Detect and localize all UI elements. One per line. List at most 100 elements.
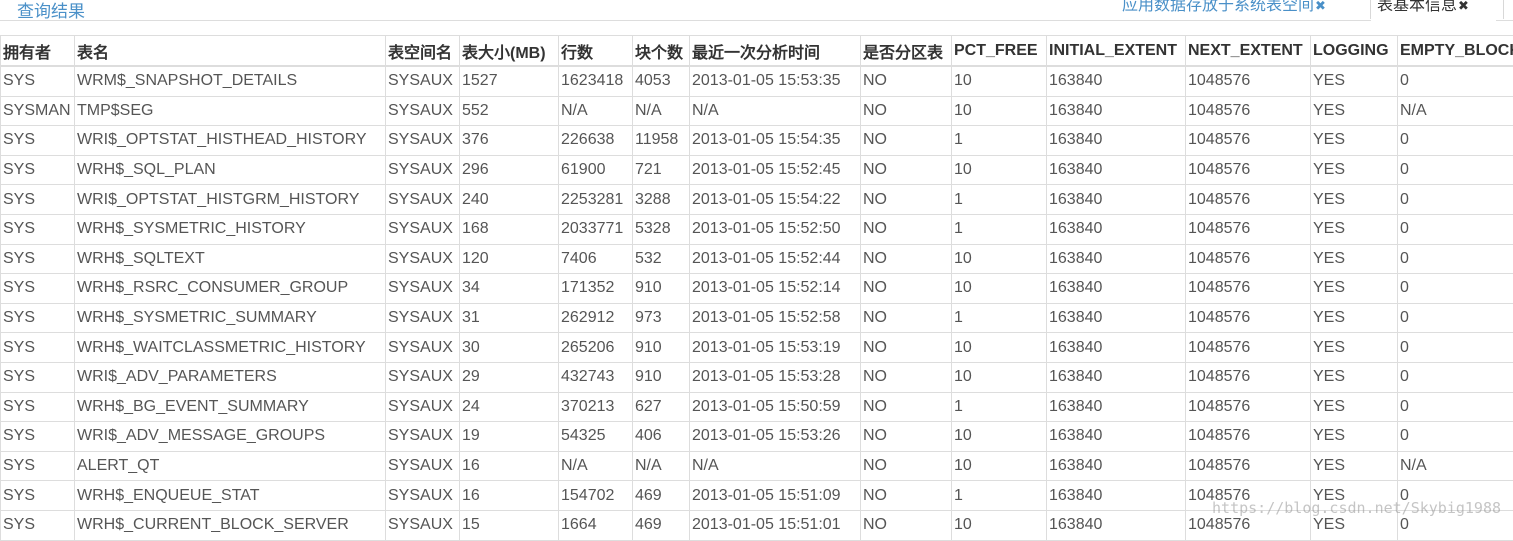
tab-table-basic-info[interactable]: 表基本信息✖ <box>1370 0 1504 19</box>
table-row[interactable]: SYSWRI$_ADV_MESSAGE_GROUPSSYSAUX19543254… <box>1 422 1513 452</box>
cell-size-mb: 19 <box>460 422 559 452</box>
cell-empty-blocks: 0 <box>1398 333 1513 363</box>
cell-table-name: WRH$_WAITCLASSMETRIC_HISTORY <box>75 333 386 363</box>
cell-table-name: WRI$_ADV_MESSAGE_GROUPS <box>75 422 386 452</box>
cell-partitioned: NO <box>861 451 952 481</box>
column-header-size-mb[interactable]: 表大小(MB) <box>460 36 559 67</box>
cell-next-extent: 1048576 <box>1186 185 1311 215</box>
cell-tablespace: SYSAUX <box>386 422 460 452</box>
cell-owner: SYS <box>1 274 75 304</box>
table-row[interactable]: SYSWRH$_WAITCLASSMETRIC_HISTORYSYSAUX302… <box>1 333 1513 363</box>
cell-row-count: 61900 <box>559 155 633 185</box>
column-header-empty-blocks[interactable]: EMPTY_BLOCKS <box>1398 36 1513 67</box>
cell-owner: SYS <box>1 510 75 540</box>
cell-table-name: WRH$_SQL_PLAN <box>75 155 386 185</box>
tab-app-data-in-system-tablespace[interactable]: 应用数据存放于系统表空间✖ <box>1118 0 1326 17</box>
table-row[interactable]: SYSMANTMP$SEGSYSAUX552N/AN/AN/ANO1016384… <box>1 96 1513 126</box>
cell-logging: YES <box>1311 185 1398 215</box>
cell-next-extent: 1048576 <box>1186 362 1311 392</box>
table-row[interactable]: SYSWRI$_OPTSTAT_HISTGRM_HISTORYSYSAUX240… <box>1 185 1513 215</box>
cell-row-count: 432743 <box>559 362 633 392</box>
cell-partitioned: NO <box>861 303 952 333</box>
cell-tablespace: SYSAUX <box>386 96 460 126</box>
table-row[interactable]: SYSWRH$_SQLTEXTSYSAUX12074065322013-01-0… <box>1 244 1513 274</box>
table-row[interactable]: SYSWRH$_RSRC_CONSUMER_GROUPSYSAUX3417135… <box>1 274 1513 304</box>
column-header-owner[interactable]: 拥有者 <box>1 36 75 67</box>
tab-divider <box>0 20 1513 21</box>
cell-partitioned: NO <box>861 185 952 215</box>
cell-table-name: WRH$_ENQUEUE_STAT <box>75 481 386 511</box>
close-icon[interactable]: ✖ <box>1315 0 1326 13</box>
cell-last-analyzed: 2013-01-05 15:52:58 <box>690 303 861 333</box>
cell-pct-free: 1 <box>952 481 1047 511</box>
cell-row-count: 2033771 <box>559 214 633 244</box>
cell-size-mb: 16 <box>460 451 559 481</box>
column-header-block-count[interactable]: 块个数 <box>633 36 690 67</box>
cell-partitioned: NO <box>861 362 952 392</box>
cell-block-count: 469 <box>633 481 690 511</box>
table-body: SYSWRM$_SNAPSHOT_DETAILSSYSAUX1527162341… <box>1 66 1513 540</box>
cell-tablespace: SYSAUX <box>386 185 460 215</box>
cell-pct-free: 10 <box>952 66 1047 96</box>
cell-size-mb: 240 <box>460 185 559 215</box>
cell-size-mb: 31 <box>460 303 559 333</box>
cell-pct-free: 1 <box>952 185 1047 215</box>
cell-empty-blocks: 0 <box>1398 66 1513 96</box>
cell-pct-free: 10 <box>952 155 1047 185</box>
column-header-tablespace[interactable]: 表空间名 <box>386 36 460 67</box>
table-row[interactable]: SYSALERT_QTSYSAUX16N/AN/AN/ANO1016384010… <box>1 451 1513 481</box>
cell-owner: SYSMAN <box>1 96 75 126</box>
cell-owner: SYS <box>1 244 75 274</box>
cell-logging: YES <box>1311 214 1398 244</box>
cell-empty-blocks: 0 <box>1398 362 1513 392</box>
cell-owner: SYS <box>1 333 75 363</box>
column-header-row-count[interactable]: 行数 <box>559 36 633 67</box>
cell-owner: SYS <box>1 126 75 156</box>
cell-owner: SYS <box>1 422 75 452</box>
cell-row-count: N/A <box>559 96 633 126</box>
cell-block-count: 4053 <box>633 66 690 96</box>
cell-initial-extent: 163840 <box>1047 392 1186 422</box>
table-row[interactable]: SYSWRH$_SQL_PLANSYSAUX296619007212013-01… <box>1 155 1513 185</box>
column-header-partitioned[interactable]: 是否分区表 <box>861 36 952 67</box>
cell-tablespace: SYSAUX <box>386 126 460 156</box>
close-icon[interactable]: ✖ <box>1458 0 1469 13</box>
table-row[interactable]: SYSWRH$_BG_EVENT_SUMMARYSYSAUX2437021362… <box>1 392 1513 422</box>
cell-partitioned: NO <box>861 481 952 511</box>
column-header-next-extent[interactable]: NEXT_EXTENT <box>1186 36 1311 67</box>
cell-next-extent: 1048576 <box>1186 392 1311 422</box>
cell-logging: YES <box>1311 66 1398 96</box>
column-header-initial-extent[interactable]: INITIAL_EXTENT <box>1047 36 1186 67</box>
cell-block-count: N/A <box>633 96 690 126</box>
cell-partitioned: NO <box>861 510 952 540</box>
results-table: 拥有者表名表空间名表大小(MB)行数块个数最近一次分析时间是否分区表PCT_FR… <box>0 35 1513 541</box>
cell-next-extent: 1048576 <box>1186 96 1311 126</box>
cell-table-name: WRH$_SYSMETRIC_SUMMARY <box>75 303 386 333</box>
table-row[interactable]: SYSWRH$_SYSMETRIC_HISTORYSYSAUX168203377… <box>1 214 1513 244</box>
cell-table-name: WRH$_BG_EVENT_SUMMARY <box>75 392 386 422</box>
table-row[interactable]: SYSWRI$_ADV_PARAMETERSSYSAUX294327439102… <box>1 362 1513 392</box>
cell-block-count: 11958 <box>633 126 690 156</box>
cell-row-count: 1623418 <box>559 66 633 96</box>
cell-size-mb: 30 <box>460 333 559 363</box>
table-row[interactable]: SYSWRI$_OPTSTAT_HISTHEAD_HISTORYSYSAUX37… <box>1 126 1513 156</box>
cell-size-mb: 376 <box>460 126 559 156</box>
cell-pct-free: 10 <box>952 274 1047 304</box>
column-header-last-analyzed[interactable]: 最近一次分析时间 <box>690 36 861 67</box>
cell-block-count: N/A <box>633 451 690 481</box>
column-header-pct-free[interactable]: PCT_FREE <box>952 36 1047 67</box>
cell-tablespace: SYSAUX <box>386 214 460 244</box>
table-row[interactable]: SYSWRH$_SYSMETRIC_SUMMARYSYSAUX312629129… <box>1 303 1513 333</box>
column-header-table-name[interactable]: 表名 <box>75 36 386 67</box>
cell-size-mb: 120 <box>460 244 559 274</box>
table-row[interactable]: SYSWRM$_SNAPSHOT_DETAILSSYSAUX1527162341… <box>1 66 1513 96</box>
cell-row-count: 171352 <box>559 274 633 304</box>
cell-empty-blocks: 0 <box>1398 303 1513 333</box>
watermark: https://blog.csdn.net/Skybig1988 <box>1212 499 1501 517</box>
cell-tablespace: SYSAUX <box>386 362 460 392</box>
cell-next-extent: 1048576 <box>1186 126 1311 156</box>
column-header-logging[interactable]: LOGGING <box>1311 36 1398 67</box>
top-bar: 查询结果 应用数据存放于系统表空间✖ 表基本信息✖ <box>0 0 1513 34</box>
cell-last-analyzed: 2013-01-05 15:52:44 <box>690 244 861 274</box>
cell-empty-blocks: 0 <box>1398 274 1513 304</box>
